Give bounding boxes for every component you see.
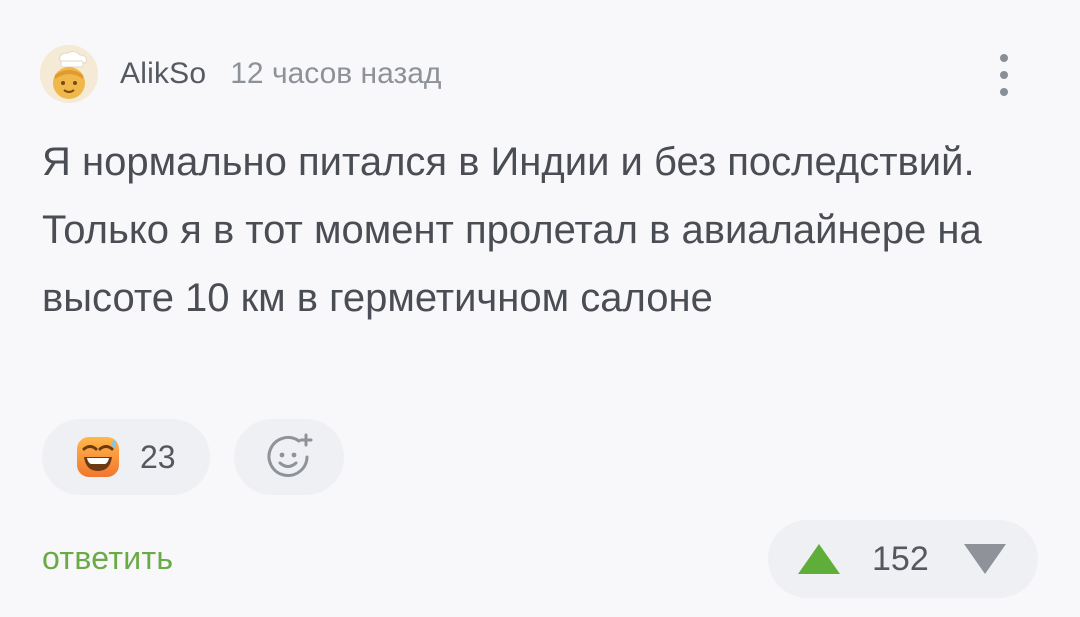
more-options-button[interactable] bbox=[984, 50, 1024, 100]
downvote-arrow-icon[interactable] bbox=[962, 542, 1008, 576]
grinning-sweat-emoji-icon bbox=[77, 437, 119, 477]
rating-value: 152 bbox=[872, 540, 929, 578]
avatar-image bbox=[40, 45, 98, 103]
comment-header: AlikSo 12 часов назад bbox=[40, 44, 441, 104]
reply-link[interactable]: ответить bbox=[42, 536, 173, 580]
avatar[interactable] bbox=[40, 45, 98, 103]
reaction-button[interactable]: 23 bbox=[42, 419, 210, 495]
comment-card: AlikSo 12 часов назад Я нормально питалс… bbox=[0, 0, 1080, 617]
comment-timestamp: 12 часов назад bbox=[230, 57, 442, 90]
rating-control: 152 bbox=[768, 520, 1038, 598]
comment-body: Я нормально питался в Индии и без послед… bbox=[42, 140, 982, 320]
author-name[interactable]: AlikSo bbox=[120, 57, 206, 91]
reaction-count: 23 bbox=[140, 438, 176, 475]
more-vertical-icon bbox=[1000, 54, 1008, 62]
upvote-arrow-icon[interactable] bbox=[796, 542, 842, 576]
add-reaction-smiley-icon bbox=[267, 433, 313, 477]
add-reaction-button[interactable] bbox=[234, 419, 344, 495]
